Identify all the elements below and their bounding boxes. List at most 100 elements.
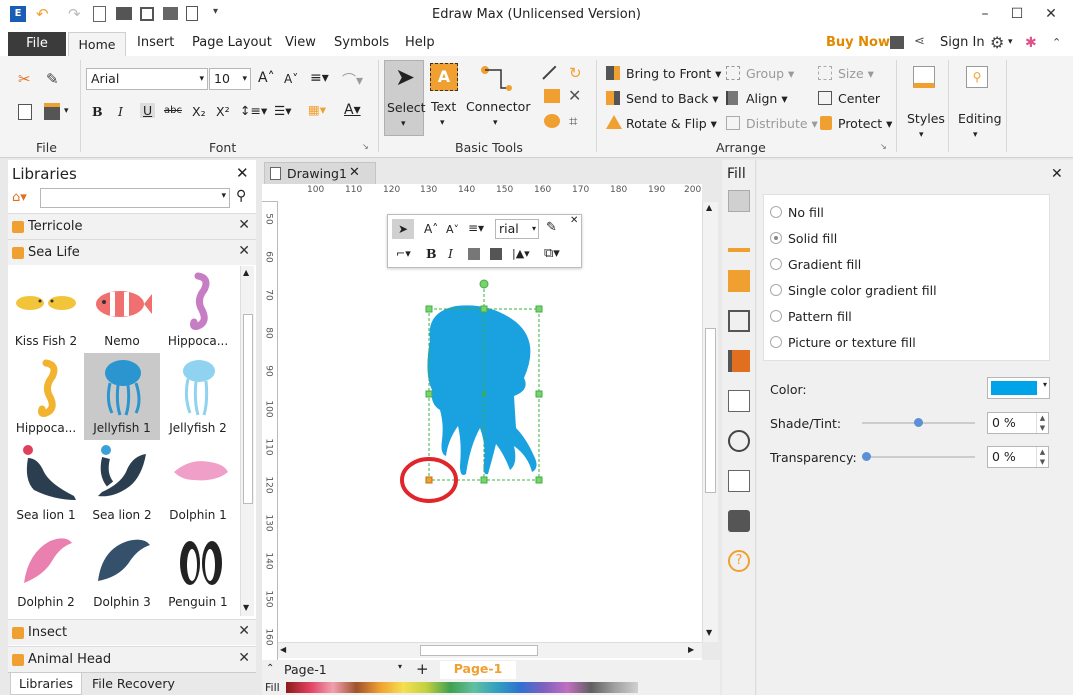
category-animal-head[interactable]: Animal Head ✕ xyxy=(8,646,256,672)
transparency-input[interactable]: 0 % ▲ ▼ xyxy=(987,446,1049,468)
tab-symbols[interactable]: Symbols xyxy=(334,35,389,50)
rectangle-icon[interactable] xyxy=(544,89,560,103)
float-font-dropdown[interactable]: rial ▾ xyxy=(495,219,539,239)
line-spacing-icon[interactable]: ↕≡▾ xyxy=(240,103,267,118)
font-name-dropdown[interactable]: Arial ▾ xyxy=(86,68,208,90)
send-to-back-button[interactable]: Send to Back ▾ xyxy=(626,91,719,106)
bold-icon[interactable]: B xyxy=(426,246,437,261)
vertical-scrollbar[interactable]: ▲ ▼ xyxy=(702,202,718,642)
option-picture-fill[interactable]: Picture or texture fill xyxy=(770,335,916,350)
align-text-icon[interactable]: ≡▾ xyxy=(310,70,329,86)
category-terricole[interactable]: Terricole ✕ xyxy=(8,213,256,239)
text-highlight-icon[interactable]: ▦▾ xyxy=(308,102,326,117)
option-no-fill[interactable]: No fill xyxy=(770,205,824,220)
layers-icon[interactable] xyxy=(728,350,750,372)
shape-nemo[interactable]: Nemo xyxy=(84,266,160,353)
connector-icon[interactable]: ⌐▾ xyxy=(396,247,411,260)
jellyfish-shape[interactable] xyxy=(400,278,550,510)
comment-icon[interactable] xyxy=(728,510,750,532)
shape-dolphin-3[interactable]: Dolphin 3 xyxy=(84,527,160,614)
crop-icon[interactable]: ⌗ xyxy=(569,112,577,130)
shadow-icon[interactable] xyxy=(728,270,750,292)
option-pattern-fill[interactable]: Pattern fill xyxy=(770,309,852,324)
styles-button[interactable]: Styles ▾ xyxy=(903,62,945,142)
shape-jellyfish-2[interactable]: Jellyfish 2 xyxy=(160,353,236,440)
library-search-input[interactable]: ▾ xyxy=(40,188,230,208)
shade-slider[interactable] xyxy=(862,418,975,427)
image-icon[interactable] xyxy=(728,310,750,332)
shape-dolphin-1[interactable]: Dolphin 1 xyxy=(160,440,236,527)
close-icon[interactable]: ✕ xyxy=(238,217,250,233)
bring-to-front-icon[interactable] xyxy=(468,248,480,260)
close-icon[interactable]: ✕ xyxy=(570,215,578,226)
superscript-icon[interactable]: X² xyxy=(216,104,230,119)
chevron-down-icon[interactable]: ▾ xyxy=(64,106,69,116)
scroll-down-icon[interactable]: ▼ xyxy=(243,603,249,612)
close-icon[interactable]: ✕ xyxy=(349,165,360,180)
account-icon[interactable] xyxy=(890,36,904,49)
italic-icon[interactable]: I xyxy=(448,246,453,261)
font-size-dropdown[interactable]: 10 ▾ xyxy=(209,68,251,90)
bullets-icon[interactable]: ☰▾ xyxy=(274,103,291,118)
font-color-icon[interactable]: A▾ xyxy=(344,102,361,118)
shape-hippocampus-2[interactable]: Hippoca... xyxy=(8,353,84,440)
align-text-icon[interactable]: ≡▾ xyxy=(468,221,484,235)
color-swatches[interactable] xyxy=(286,682,638,693)
attachment-icon[interactable] xyxy=(728,470,750,492)
slider-handle[interactable] xyxy=(914,418,923,427)
italic-icon[interactable]: I xyxy=(118,104,123,119)
line-icon[interactable] xyxy=(542,65,557,80)
copy-icon[interactable] xyxy=(18,104,32,120)
shape-jellyfish-1[interactable]: Jellyfish 1 xyxy=(84,353,160,440)
scroll-down-icon[interactable]: ▼ xyxy=(706,628,712,637)
subscript-icon[interactable]: X₂ xyxy=(192,104,206,119)
grow-font-icon[interactable]: A˄ xyxy=(424,222,438,236)
paste-icon[interactable] xyxy=(44,103,60,120)
option-solid-fill[interactable]: Solid fill xyxy=(770,231,837,246)
shrink-font-icon[interactable]: A˅ xyxy=(284,72,298,86)
tab-libraries[interactable]: Libraries xyxy=(10,673,82,695)
center-button[interactable]: Center xyxy=(838,91,880,106)
scroll-up-icon[interactable]: ▲ xyxy=(243,268,249,277)
shape-dolphin-2[interactable]: Dolphin 2 xyxy=(8,527,84,614)
grow-font-icon[interactable]: A˄ xyxy=(258,70,275,86)
editing-button[interactable]: ⚲ Editing ▾ xyxy=(955,62,1002,142)
scroll-right-icon[interactable]: ▶ xyxy=(688,645,694,654)
format-painter-icon[interactable]: ✎ xyxy=(546,220,557,235)
horizontal-scrollbar[interactable]: ◀ ▶ xyxy=(278,642,702,658)
collapse-ribbon-icon[interactable]: ⌃ xyxy=(1052,36,1061,49)
align-button[interactable]: Align ▾ xyxy=(746,91,788,106)
distribute-button[interactable]: Distribute ▾ xyxy=(746,116,818,131)
shape-penguin-1[interactable]: Penguin 1 xyxy=(160,527,236,614)
tab-insert[interactable]: Insert xyxy=(137,35,174,50)
close-icon[interactable]: ✕ xyxy=(238,243,250,259)
text-tool-button[interactable]: A Text ▾ xyxy=(428,60,462,136)
ellipse-icon[interactable] xyxy=(544,114,560,128)
connector-tool-button[interactable]: Connector ▾ xyxy=(465,60,530,136)
scroll-up-icon[interactable]: ▲ xyxy=(706,203,712,212)
document-tab[interactable]: Drawing1 ✕ xyxy=(264,162,376,184)
page-properties-icon[interactable] xyxy=(728,390,750,412)
color-picker[interactable]: ▾ xyxy=(987,377,1050,399)
shape-sea-lion-2[interactable]: Sea lion 2 xyxy=(84,440,160,527)
close-icon[interactable]: ✕ xyxy=(238,623,250,639)
close-icon[interactable]: ✕ xyxy=(1051,166,1063,182)
shape-sea-lion-1[interactable]: Sea lion 1 xyxy=(8,440,84,527)
shape-kiss-fish-2[interactable]: Kiss Fish 2 xyxy=(8,266,84,353)
buy-now-link[interactable]: Buy Now xyxy=(826,35,890,50)
protect-button[interactable]: Protect ▾ xyxy=(838,116,892,131)
send-to-back-icon[interactable] xyxy=(490,248,502,260)
dialog-launcher-icon[interactable]: ↘ xyxy=(880,142,887,151)
size-button[interactable]: Size ▾ xyxy=(838,66,874,81)
home-icon[interactable]: ⌂▾ xyxy=(12,190,27,205)
maximize-button[interactable]: ☐ xyxy=(1002,3,1032,25)
distribute-icon[interactable]: |▲▾ xyxy=(512,247,530,260)
shade-input[interactable]: 0 % ▲ ▼ xyxy=(987,412,1049,434)
close-button[interactable]: ✕ xyxy=(1036,3,1066,25)
settings-icon[interactable]: ⚙ xyxy=(990,33,1004,52)
cut-icon[interactable]: ✂ xyxy=(18,70,31,88)
tab-help[interactable]: Help xyxy=(405,35,435,50)
tab-file[interactable]: File xyxy=(8,32,66,56)
minimize-button[interactable]: – xyxy=(970,3,1000,25)
pointer-icon[interactable]: ➤ xyxy=(392,219,414,239)
